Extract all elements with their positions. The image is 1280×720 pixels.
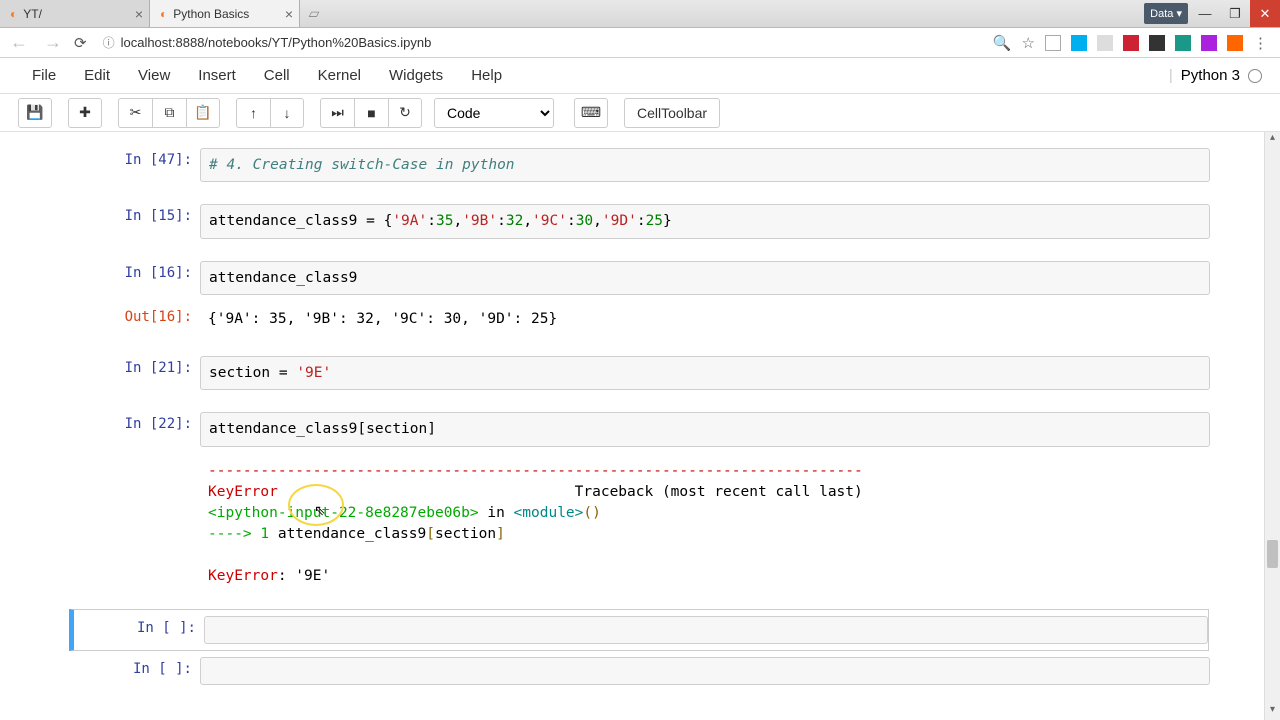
window-controls: Data ▾ — ❐ ✕	[1142, 0, 1280, 27]
browser-tab-0[interactable]: ◐ YT/ ×	[0, 0, 150, 27]
browser-titlebar: ◐ YT/ × ◐ Python Basics × ▱ Data ▾ — ❐ ✕	[0, 0, 1280, 28]
celltoolbar-button[interactable]: CellToolbar	[624, 98, 720, 128]
celltype-select[interactable]: Code	[434, 98, 554, 128]
output-text: {'9A': 35, '9B': 32, '9C': 30, '9D': 25}	[200, 305, 1210, 334]
menu-icon[interactable]: ⋮	[1253, 34, 1268, 52]
tab-title: YT/	[23, 7, 42, 21]
menu-widgets[interactable]: Widgets	[375, 67, 457, 84]
addrbar-actions: 🔍 ☆ ⋮	[993, 34, 1274, 52]
save-icon[interactable]: 💾	[18, 98, 52, 128]
menu-view[interactable]: View	[124, 67, 184, 84]
code-input[interactable]: attendance_class9	[200, 261, 1210, 295]
menu-cell[interactable]: Cell	[250, 67, 304, 84]
kernel-status-icon	[1248, 69, 1262, 83]
prompt: In [22]:	[70, 412, 200, 446]
scrollbar-thumb[interactable]	[1267, 540, 1278, 568]
scroll-down-icon[interactable]: ▾	[1265, 704, 1280, 720]
stop-icon[interactable]: ■	[354, 98, 388, 128]
cut-copy-paste-group: ✂ ⧉ 📋	[118, 98, 220, 128]
scroll-up-icon[interactable]: ▴	[1265, 132, 1280, 148]
browser-tab-1[interactable]: ◐ Python Basics ×	[150, 0, 300, 27]
back-icon[interactable]: ←	[6, 32, 32, 53]
ext-icon[interactable]	[1201, 35, 1217, 51]
notebook-area[interactable]: In [47]:# 4. Creating switch-Case in pyt…	[0, 132, 1280, 720]
restart-icon[interactable]: ↻	[388, 98, 422, 128]
prompt: In [15]:	[70, 204, 200, 238]
ext-icon[interactable]	[1149, 35, 1165, 51]
cell-5[interactable]: In [22]:attendance_class9[section]	[70, 408, 1210, 450]
maximize-icon[interactable]: ❐	[1220, 0, 1250, 27]
copy-icon[interactable]: ⧉	[152, 98, 186, 128]
run-icon[interactable]: ⏭	[320, 98, 354, 128]
zoom-icon[interactable]: 🔍	[993, 34, 1012, 52]
cell-0[interactable]: In [47]:# 4. Creating switch-Case in pyt…	[70, 144, 1210, 186]
close-window-icon[interactable]: ✕	[1250, 0, 1280, 27]
cell-8[interactable]: In [ ]:	[70, 653, 1210, 689]
code-input[interactable]: attendance_class9 = {'9A':35,'9B':32,'9C…	[200, 204, 1210, 238]
url-text: localhost:8888/notebooks/YT/Python%20Bas…	[121, 35, 432, 50]
prompt: Out[16]:	[70, 305, 200, 334]
prompt: In [47]:	[70, 148, 200, 182]
code-input[interactable]: section = '9E'	[200, 356, 1210, 390]
cell-7[interactable]: In [ ]:	[69, 609, 1209, 651]
tab-favicon: ◐	[160, 7, 167, 21]
info-icon[interactable]: ⓘ	[103, 34, 115, 51]
cell-2[interactable]: In [16]:attendance_class9	[70, 257, 1210, 299]
menu-edit[interactable]: Edit	[70, 67, 124, 84]
ext-icon[interactable]	[1123, 35, 1139, 51]
vertical-scrollbar[interactable]: ▴ ▾	[1264, 132, 1280, 720]
run-group: ⏭ ■ ↻	[320, 98, 422, 128]
toolbar: 💾 ✚ ✂ ⧉ 📋 ↑ ↓ ⏭ ■ ↻ Code ⌨ CellToolbar	[0, 94, 1280, 132]
code-input[interactable]	[200, 657, 1210, 685]
data-button[interactable]: Data ▾	[1144, 3, 1188, 24]
code-input[interactable]	[204, 616, 1208, 644]
ext-icon[interactable]	[1045, 35, 1061, 51]
menu-file[interactable]: File	[18, 67, 70, 84]
prompt: In [21]:	[70, 356, 200, 390]
reload-icon[interactable]: ⟳	[74, 34, 87, 52]
cut-icon[interactable]: ✂	[118, 98, 152, 128]
minimize-icon[interactable]: —	[1190, 0, 1220, 27]
bookmark-icon[interactable]: ☆	[1022, 34, 1035, 52]
prompt: In [ ]:	[70, 657, 200, 685]
menu-kernel[interactable]: Kernel	[304, 67, 375, 84]
cell-4[interactable]: In [21]:section = '9E'	[70, 352, 1210, 394]
ext-icon[interactable]	[1071, 35, 1087, 51]
prompt	[70, 457, 200, 591]
cursor-icon: ⇖	[314, 502, 326, 519]
tab-favicon: ◐	[10, 7, 17, 21]
prompt: In [16]:	[70, 261, 200, 295]
move-group: ↑ ↓	[236, 98, 304, 128]
menu-insert[interactable]: Insert	[184, 67, 250, 84]
prompt: In [ ]:	[74, 616, 204, 644]
command-palette-icon[interactable]: ⌨	[574, 98, 608, 128]
ext-icon[interactable]	[1097, 35, 1113, 51]
cell-1[interactable]: In [15]:attendance_class9 = {'9A':35,'9B…	[70, 200, 1210, 242]
add-cell-icon[interactable]: ✚	[68, 98, 102, 128]
menubar: File Edit View Insert Cell Kernel Widget…	[0, 58, 1280, 94]
address-bar: ← → ⟳ ⓘ localhost:8888/notebooks/YT/Pyth…	[0, 28, 1280, 58]
cell-3[interactable]: Out[16]:{'9A': 35, '9B': 32, '9C': 30, '…	[70, 301, 1210, 338]
tab-title: Python Basics	[173, 7, 249, 21]
error-output: ----------------------------------------…	[200, 457, 1210, 591]
code-input[interactable]: attendance_class9[section]	[200, 412, 1210, 446]
ext-icon[interactable]	[1175, 35, 1191, 51]
kernel-indicator: | Python 3	[1169, 67, 1262, 84]
close-icon[interactable]: ×	[285, 6, 293, 22]
url-field[interactable]: ⓘ localhost:8888/notebooks/YT/Python%20B…	[95, 34, 985, 51]
close-icon[interactable]: ×	[135, 6, 143, 22]
menu-help[interactable]: Help	[457, 67, 516, 84]
move-down-icon[interactable]: ↓	[270, 98, 304, 128]
move-up-icon[interactable]: ↑	[236, 98, 270, 128]
kernel-name: Python 3	[1181, 67, 1240, 84]
cell-6[interactable]: ----------------------------------------…	[70, 453, 1210, 595]
code-input[interactable]: # 4. Creating switch-Case in python	[200, 148, 1210, 182]
forward-icon[interactable]: →	[40, 32, 66, 53]
paste-icon[interactable]: 📋	[186, 98, 220, 128]
ext-icon[interactable]	[1227, 35, 1243, 51]
new-tab-button[interactable]: ▱	[300, 0, 328, 27]
